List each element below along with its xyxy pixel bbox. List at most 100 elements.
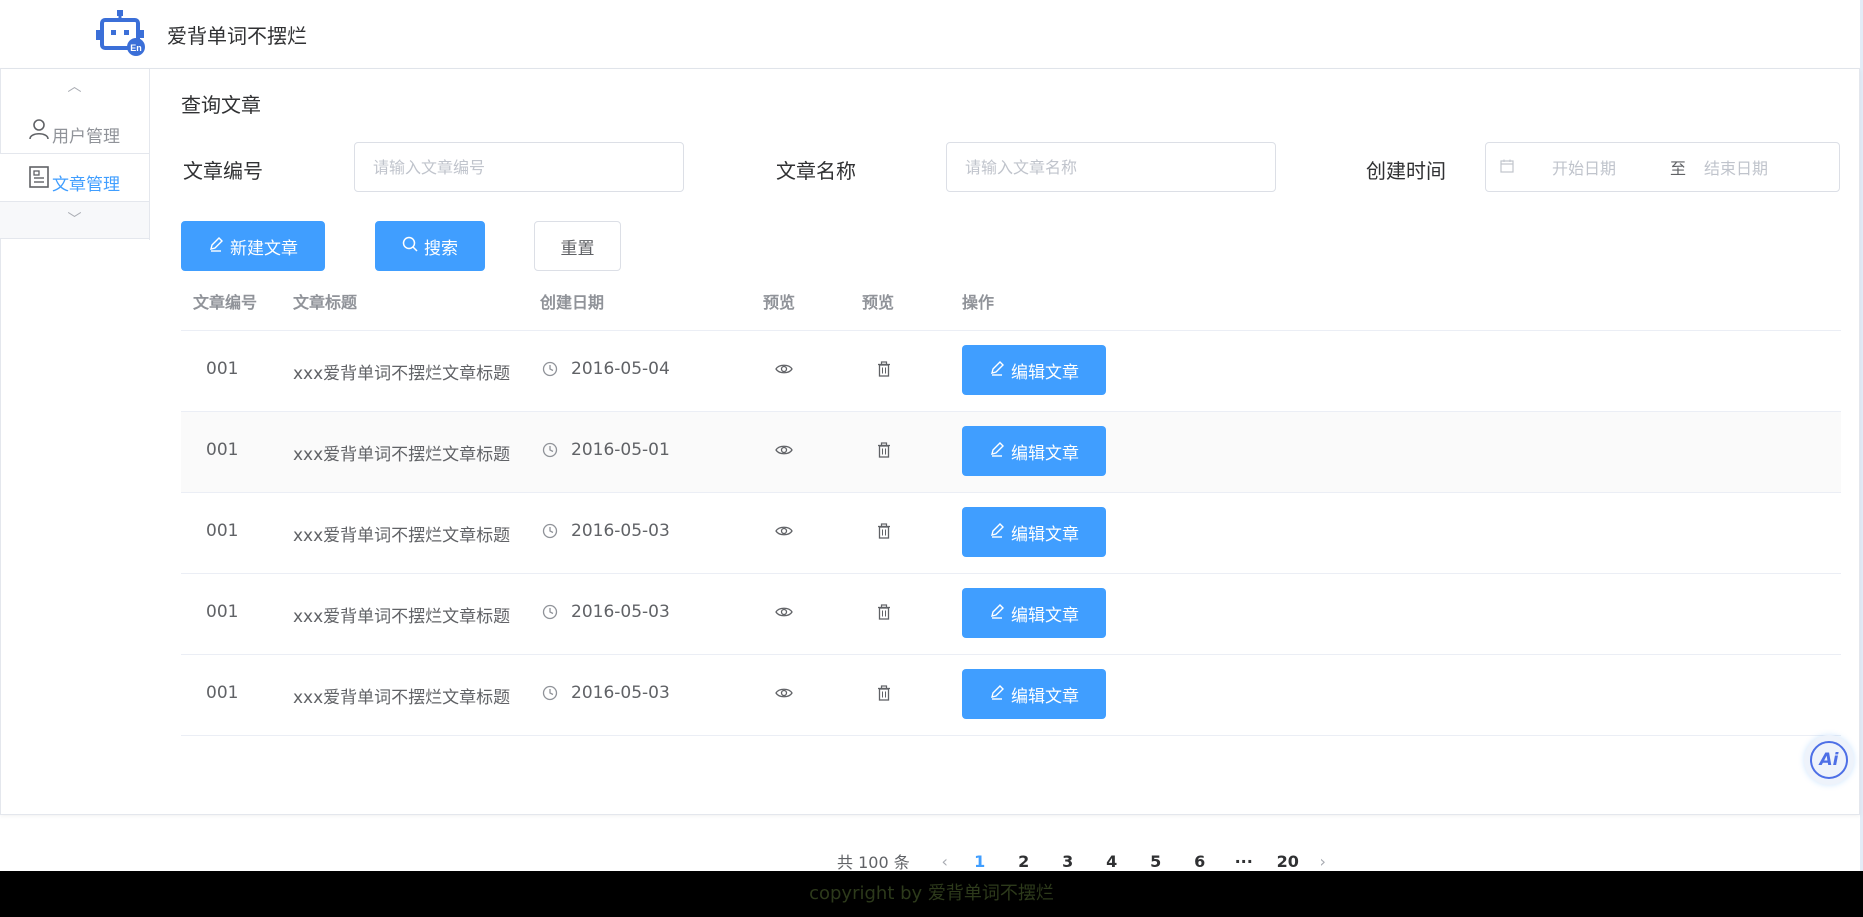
edit-article-label: 编辑文章 [1011,443,1079,464]
edit-article-button[interactable]: 编辑文章 [962,507,1106,557]
header-article-id: 文章编号 [193,293,258,312]
cell-article-id: 001 [206,521,239,541]
chevron-up-icon[interactable]: ︿ [0,69,149,105]
eye-icon[interactable] [775,523,793,543]
eye-icon[interactable] [775,361,793,381]
eye-icon[interactable] [775,685,793,705]
page-ellipsis[interactable]: ··· [1222,852,1266,871]
edit-article-button[interactable]: 编辑文章 [962,426,1106,476]
calendar-icon [1500,158,1518,177]
sidebar: ︿ 用户管理 文章管理 ﹀ [0,69,150,240]
chevron-left-icon[interactable]: ‹ [932,852,958,871]
page-1[interactable]: 1 [958,852,1002,871]
copyright-text: copyright by 爱背单词不摆烂 [809,883,1054,904]
pencil-icon [989,360,1011,381]
ai-assistant-button[interactable]: Ai [1804,735,1854,785]
trash-icon[interactable] [876,685,892,705]
cell-created-date: 2016-05-03 [571,521,670,541]
article-id-input[interactable] [354,142,684,192]
end-date-input[interactable]: 结束日期 [1704,155,1768,179]
cell-created-date: 2016-05-03 [571,683,670,703]
robot-logo-icon: En [96,10,146,56]
header-article-title: 文章标题 [293,293,358,312]
table-row: 001 xxx爱背单词不摆烂文章标题 2016-05-01 编辑文章 [181,412,1841,493]
header-preview-2: 预览 [862,293,895,312]
start-date-input[interactable]: 开始日期 [1552,155,1652,179]
clock-icon [542,361,558,381]
new-article-button[interactable]: 新建文章 [181,221,325,271]
table-row: 001 xxx爱背单词不摆烂文章标题 2016-05-04 编辑文章 [181,331,1841,412]
clock-icon [542,604,558,624]
eye-icon[interactable] [775,442,793,462]
edit-article-label: 编辑文章 [1011,686,1079,707]
edit-article-label: 编辑文章 [1011,524,1079,545]
clock-icon [542,523,558,543]
sidebar-item-articles[interactable]: 文章管理 [0,153,149,201]
search-button[interactable]: 搜索 [375,221,485,271]
article-name-label: 文章名称 [776,159,856,183]
table-row: 001 xxx爱背单词不摆烂文章标题 2016-05-03 编辑文章 [181,655,1841,736]
cell-article-title: xxx爱背单词不摆烂文章标题 [293,364,511,384]
svg-text:En: En [130,43,142,53]
reset-button[interactable]: 重置 [534,221,621,271]
article-name-input[interactable] [946,142,1276,192]
cell-article-title: xxx爱背单词不摆烂文章标题 [293,688,511,708]
footer: copyright by 爱背单词不摆烂 [0,871,1863,917]
header-preview: 预览 [763,293,796,312]
cell-article-title: xxx爱背单词不摆烂文章标题 [293,607,511,627]
section-title: 查询文章 [181,93,261,117]
edit-article-button[interactable]: 编辑文章 [962,345,1106,395]
page-5[interactable]: 5 [1134,852,1178,871]
sidebar-item-label: 用户管理 [52,127,120,147]
edit-article-label: 编辑文章 [1011,362,1079,383]
article-id-label: 文章编号 [183,159,263,183]
chevron-down-icon[interactable]: ﹀ [0,201,149,239]
header-created-date: 创建日期 [540,293,605,312]
chevron-right-icon[interactable]: › [1310,852,1336,871]
cell-created-date: 2016-05-03 [571,602,670,622]
clock-icon [542,442,558,462]
cell-article-title: xxx爱背单词不摆烂文章标题 [293,445,511,465]
trash-icon[interactable] [876,442,892,462]
page-6[interactable]: 6 [1178,852,1222,871]
page-2[interactable]: 2 [1002,852,1046,871]
cell-article-title: xxx爱背单词不摆烂文章标题 [293,526,511,546]
main-panel: 查询文章 文章编号 文章名称 创建时间 开始日期 至 结束日期 新建文章 搜索 … [0,69,1860,872]
date-separator: 至 [1669,159,1686,178]
cell-created-date: 2016-05-01 [571,440,670,460]
ai-icon: Ai [1810,741,1848,779]
trash-icon[interactable] [876,604,892,624]
sidebar-item-label: 文章管理 [52,175,120,195]
created-time-label: 创建时间 [1366,159,1446,183]
cell-article-id: 001 [206,440,239,460]
cell-created-date: 2016-05-04 [571,359,670,379]
cell-article-id: 001 [206,683,239,703]
page-4[interactable]: 4 [1090,852,1134,871]
pencil-icon [208,236,230,257]
pencil-icon [989,684,1011,705]
cell-article-id: 001 [206,602,239,622]
page-20[interactable]: 20 [1266,852,1310,871]
cell-article-id: 001 [206,359,239,379]
new-article-label: 新建文章 [230,238,298,259]
pencil-icon [989,441,1011,462]
pencil-icon [989,522,1011,543]
search-label: 搜索 [424,238,458,259]
sidebar-item-users[interactable]: 用户管理 [0,105,149,153]
eye-icon[interactable] [775,604,793,624]
page-3[interactable]: 3 [1046,852,1090,871]
table-header: 文章编号 文章标题 创建日期 预览 预览 操作 [181,278,1841,331]
trash-icon[interactable] [876,523,892,543]
search-icon [402,236,424,257]
user-icon [28,118,50,145]
top-header: En 爱背单词不摆烂 [0,0,1860,69]
pencil-icon [989,603,1011,624]
edit-article-label: 编辑文章 [1011,605,1079,626]
reset-label: 重置 [560,238,595,259]
date-range-picker[interactable]: 开始日期 至 结束日期 [1485,142,1840,192]
table-row: 001 xxx爱背单词不摆烂文章标题 2016-05-03 编辑文章 [181,574,1841,655]
trash-icon[interactable] [876,361,892,381]
edit-article-button[interactable]: 编辑文章 [962,588,1106,638]
edit-article-button[interactable]: 编辑文章 [962,669,1106,719]
document-icon [28,166,50,193]
